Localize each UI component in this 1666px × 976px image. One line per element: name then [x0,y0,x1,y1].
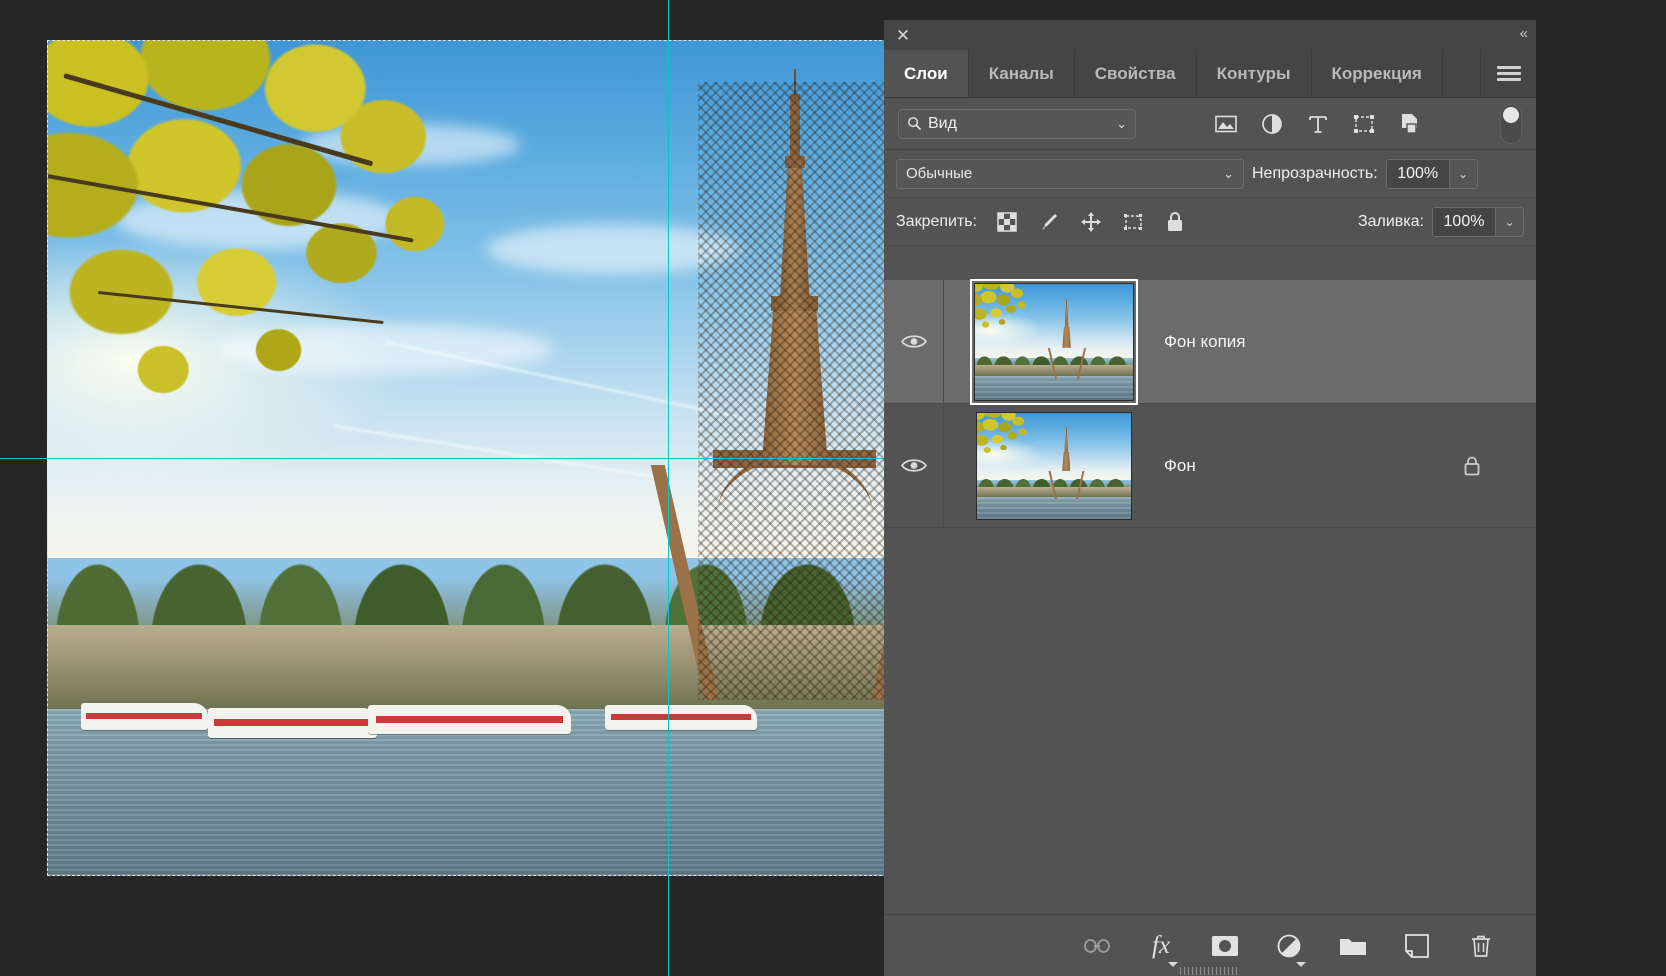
add-layer-mask-icon[interactable] [1210,931,1240,961]
panel-titlebar[interactable]: ✕ « [884,20,1536,50]
blend-mode-value: Обычные [906,165,972,182]
new-layer-icon[interactable] [1402,931,1432,961]
delete-layer-icon[interactable] [1466,931,1496,961]
table-row[interactable]: Фон [884,404,1536,528]
eye-icon [901,457,927,474]
layer-thumbnail-cell[interactable] [944,412,1164,520]
river-water [47,709,892,876]
layer-style-fx-icon[interactable]: fx [1146,931,1176,961]
lock-transparent-pixels-icon[interactable] [995,210,1019,234]
fill-value[interactable]: 100% [1433,213,1495,231]
eye-icon [901,333,927,350]
new-adjustment-layer-icon[interactable] [1274,931,1304,961]
eiffel-tower [698,82,892,701]
panel-menu-button[interactable] [1480,50,1536,97]
boat [605,705,757,730]
layer-locked-indicator [1462,455,1482,477]
lock-label: Закрепить: [896,213,977,231]
tab-adjustments[interactable]: Коррекция [1312,50,1443,97]
layer-name[interactable]: Фон [1164,456,1196,476]
filter-type-select[interactable]: Вид ⌄ [898,109,1136,139]
table-row[interactable]: Фон копия [884,280,1536,404]
boat [208,708,377,738]
layers-panel[interactable]: ✕ « Слои Каналы Свойства Контуры Коррекц… [884,20,1536,976]
opacity-label: Непрозрачность: [1252,165,1378,183]
type-layer-filter-icon[interactable] [1306,112,1330,136]
layer-thumbnail[interactable] [974,283,1134,401]
layer-list[interactable]: Фон копия [884,280,1536,914]
blend-mode-select[interactable]: Обычные ⌄ [896,159,1244,189]
layer-thumbnail[interactable] [976,412,1132,520]
search-icon [907,116,922,131]
boat [368,705,571,733]
fill-label: Заливка: [1358,213,1424,231]
fill-chevron-down-icon[interactable]: ⌄ [1495,208,1523,236]
layer-visibility-toggle[interactable] [884,404,944,527]
lock-position-icon[interactable] [1079,210,1103,234]
new-group-icon[interactable] [1338,931,1368,961]
hamburger-menu-icon [1497,63,1521,84]
opacity-chevron-down-icon[interactable]: ⌄ [1449,160,1477,188]
filter-kind-icons[interactable] [1214,112,1422,136]
close-icon[interactable]: ✕ [892,24,914,46]
link-layers-icon[interactable] [1082,931,1112,961]
boat [81,703,208,730]
layers-panel-bottom-toolbar[interactable]: fx [884,914,1536,976]
lock-artboard-nesting-icon[interactable] [1121,210,1145,234]
opacity-value[interactable]: 100% [1387,165,1449,183]
panel-resize-grip[interactable] [1180,967,1240,975]
guide-vertical[interactable] [668,0,669,976]
fill-group[interactable]: Заливка: 100% ⌄ [1358,207,1524,237]
layer-filter-row[interactable]: Вид ⌄ [884,98,1536,150]
foliage-canopy [47,40,551,515]
chevron-down-icon: ⌄ [1116,116,1127,132]
blend-mode-row[interactable]: Обычные ⌄ Непрозрачность: 100% ⌄ [884,150,1536,198]
lock-icon [1462,455,1482,477]
tab-paths[interactable]: Контуры [1197,50,1312,97]
lock-all-icon[interactable] [1163,210,1187,234]
tab-layers[interactable]: Слои [884,50,969,97]
filter-value: Вид [928,115,957,133]
canvas-area[interactable] [0,0,940,976]
shape-layer-filter-icon[interactable] [1352,112,1376,136]
pixel-layer-filter-icon[interactable] [1214,112,1238,136]
guide-horizontal[interactable] [0,458,940,459]
lock-row[interactable]: Закрепить: [884,198,1536,246]
adjustment-layer-filter-icon[interactable] [1260,112,1284,136]
opacity-field[interactable]: 100% ⌄ [1386,159,1478,189]
filter-enable-toggle[interactable] [1500,104,1522,144]
fill-field[interactable]: 100% ⌄ [1432,207,1524,237]
chevron-down-icon: ⌄ [1223,166,1234,182]
layer-visibility-toggle[interactable] [884,280,944,403]
tab-channels[interactable]: Каналы [969,50,1075,97]
collapse-panel-icon[interactable]: « [1520,25,1526,42]
smart-object-filter-icon[interactable] [1398,112,1422,136]
tab-properties[interactable]: Свойства [1075,50,1197,97]
layer-thumbnail-cell[interactable] [944,283,1164,401]
panel-tabbar[interactable]: Слои Каналы Свойства Контуры Коррекция [884,50,1536,98]
lock-image-pixels-icon[interactable] [1037,210,1061,234]
layer-name[interactable]: Фон копия [1164,332,1245,352]
